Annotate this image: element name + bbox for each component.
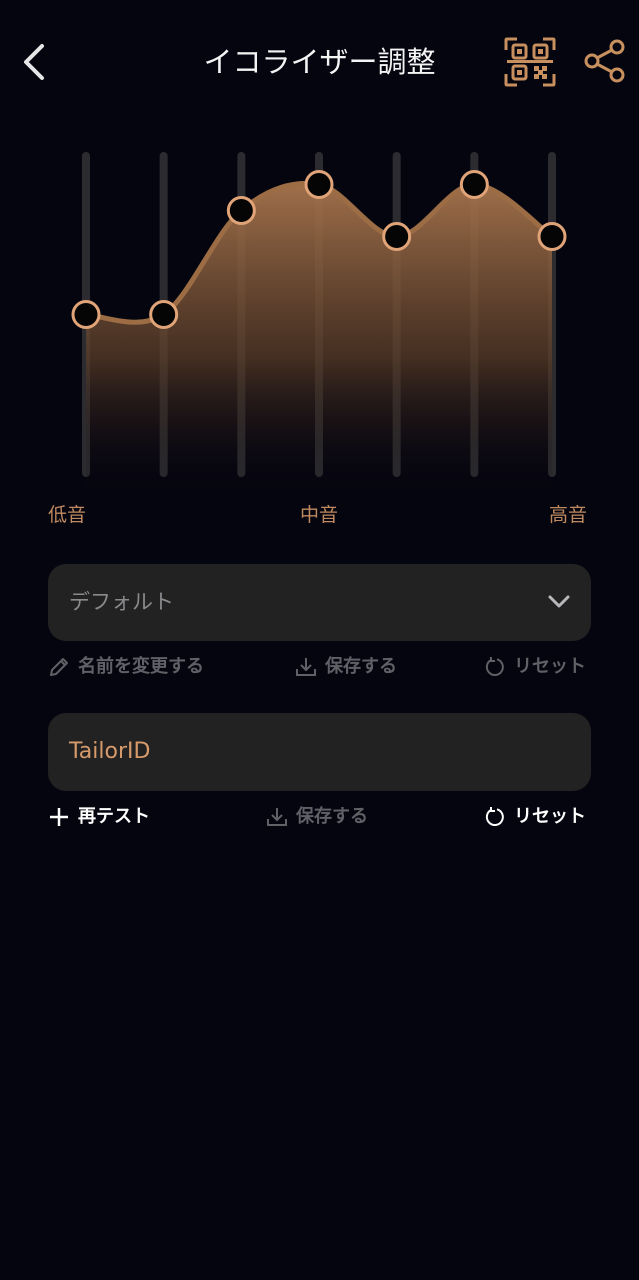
eq-band-knob[interactable]	[226, 196, 256, 225]
share-button[interactable]	[582, 38, 628, 84]
preset-save-button[interactable]: 保存する	[295, 650, 397, 684]
equalizer-screen: イコライザー調整 低音 中音 高音 デフォルト 名前を変更する 保存する リセッ…	[0, 0, 639, 1280]
qr-code-button[interactable]	[503, 36, 557, 88]
tailor-reset-button[interactable]: リセット	[484, 800, 586, 834]
back-button[interactable]	[18, 40, 54, 84]
preset-save-label: 保存する	[325, 656, 397, 677]
tailor-actions: 再テスト 保存する リセット	[0, 800, 639, 834]
chevron-down-icon	[548, 595, 570, 608]
download-icon	[296, 658, 316, 676]
eq-band-knob[interactable]	[149, 300, 179, 329]
rename-button[interactable]: 名前を変更する	[48, 650, 204, 684]
preset-selected-value: デフォルト	[69, 590, 174, 614]
reset-icon	[485, 807, 504, 826]
page-title: イコライザー調整	[203, 45, 436, 79]
eq-band-knob[interactable]	[459, 170, 489, 199]
chevron-left-icon	[24, 44, 44, 80]
rename-label: 名前を変更する	[78, 656, 204, 677]
eq-curve-fill	[86, 183, 552, 500]
reset-icon	[485, 657, 504, 676]
tailorid-label: TailorID	[69, 739, 151, 764]
download-icon	[267, 808, 287, 826]
preset-reset-label: リセット	[514, 656, 586, 677]
tailor-save-label: 保存する	[296, 806, 368, 827]
eq-label-mid: 中音	[300, 504, 339, 526]
eq-band-labels: 低音 中音 高音	[0, 500, 639, 530]
pencil-icon	[50, 658, 68, 676]
equalizer-svg	[71, 152, 567, 500]
plus-icon	[50, 808, 68, 826]
eq-label-low: 低音	[48, 504, 87, 526]
qr-code-icon	[504, 37, 556, 87]
share-icon	[584, 39, 625, 83]
tailor-save-button[interactable]: 保存する	[266, 800, 368, 834]
preset-reset-button[interactable]: リセット	[484, 650, 586, 684]
tailorid-card[interactable]: TailorID	[48, 713, 591, 791]
eq-label-high: 高音	[549, 504, 588, 526]
eq-band-knob[interactable]	[537, 222, 567, 251]
header: イコライザー調整	[0, 0, 639, 124]
retest-button[interactable]: 再テスト	[48, 800, 150, 834]
eq-band-knob[interactable]	[71, 300, 101, 329]
eq-band-knob[interactable]	[382, 222, 412, 251]
preset-dropdown[interactable]: デフォルト	[48, 564, 591, 641]
equalizer-graph	[0, 140, 639, 510]
tailor-reset-label: リセット	[514, 806, 586, 827]
retest-label: 再テスト	[78, 806, 150, 827]
preset-actions: 名前を変更する 保存する リセット	[0, 650, 639, 684]
eq-band-knob[interactable]	[304, 170, 334, 199]
